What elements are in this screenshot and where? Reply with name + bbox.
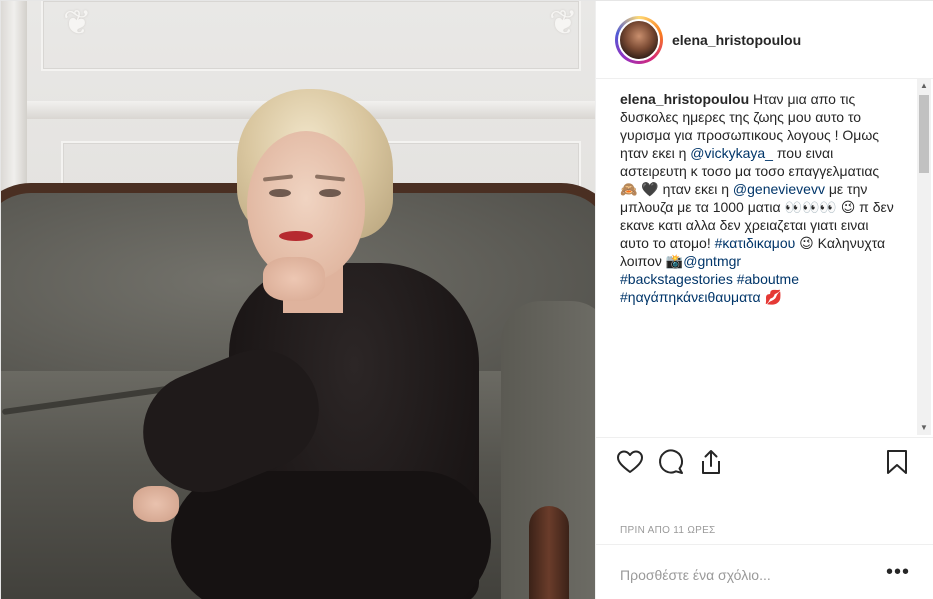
post-timestamp[interactable]: ΠΡΙΝ ΑΠΟ 11 ΩΡΕΣ [620, 525, 716, 536]
caption-area: elena_hristopoulou Ηταν μια απο τις δυσκ… [596, 79, 933, 437]
mention-gntmgr[interactable]: @gntmgr [683, 253, 741, 269]
scroll-down-arrow-icon[interactable]: ▼ [917, 421, 931, 435]
caption-part-5: 💋 [760, 289, 782, 305]
mention-vickykaya[interactable]: @vickykaya_ [690, 145, 773, 161]
action-bar [596, 437, 933, 487]
post-sidebar: elena_hristopoulou elena_hristopoulou Ητ… [595, 1, 933, 599]
header-username[interactable]: elena_hristopoulou [672, 32, 801, 48]
comment-input[interactable]: Προσθέστε ένα σχόλιο... [620, 567, 771, 583]
comment-icon[interactable] [657, 448, 685, 476]
caption-username[interactable]: elena_hristopoulou [620, 91, 749, 107]
scroll-thumb[interactable] [919, 95, 929, 173]
bookmark-icon[interactable] [883, 448, 911, 476]
instagram-post: ❦ ❦ elena_hristopoulou elena_hristopoulo… [0, 0, 933, 599]
share-icon[interactable] [697, 448, 725, 476]
post-header: elena_hristopoulou [596, 1, 933, 79]
more-options-icon[interactable]: ••• [886, 561, 910, 584]
mention-genevievevv[interactable]: @genevievevv [733, 181, 825, 197]
avatar-image [618, 19, 660, 61]
hashtag-backstagestories[interactable]: #backstagestories [620, 271, 733, 287]
caption-text: elena_hristopoulou Ηταν μια απο τις δυσκ… [620, 90, 896, 306]
caption-scrollbar[interactable]: ▲ ▼ [917, 79, 931, 435]
comment-form: Προσθέστε ένα σχόλιο... ••• [596, 544, 933, 599]
hashtag-iagapikaneithavmata[interactable]: #ηαγάπηκάνειθαυματα [620, 289, 761, 305]
avatar[interactable] [615, 16, 663, 64]
hashtag-aboutme[interactable]: #aboutme [737, 271, 799, 287]
heart-icon[interactable] [616, 448, 644, 476]
hashtag-katidikamou[interactable]: #κατιδικαμου [715, 235, 796, 251]
scroll-up-arrow-icon[interactable]: ▲ [917, 79, 931, 93]
post-photo[interactable]: ❦ ❦ [1, 1, 595, 599]
